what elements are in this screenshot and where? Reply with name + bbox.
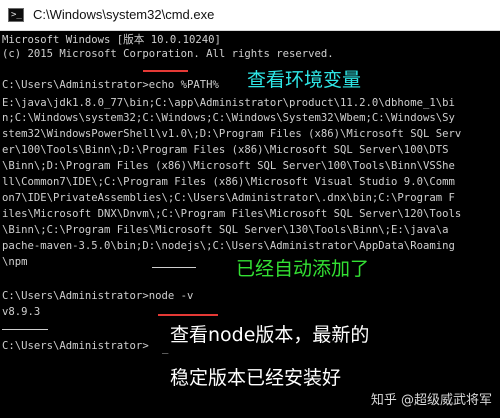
text-cursor: _ bbox=[162, 342, 169, 354]
console-line: on7\IDE\PrivateAssemblies\;C:\Users\Admi… bbox=[2, 192, 455, 204]
console-line: stem32\WindowsPowerShell\v1.0\;D:\Progra… bbox=[2, 128, 462, 140]
console-line: \npm bbox=[2, 256, 28, 268]
console-line: v8.9.3 bbox=[2, 306, 41, 318]
console-line: n;C:\Windows\system32;C:\Windows;C:\Wind… bbox=[2, 112, 455, 124]
console-line: pache-maven-3.5.0\bin;D:\nodejs\;C:\User… bbox=[2, 240, 455, 252]
version-underline bbox=[2, 329, 48, 330]
console-line: C:\Users\Administrator>echo %PATH% bbox=[2, 79, 219, 91]
window-title: C:\Windows\system32\cmd.exe bbox=[33, 7, 215, 22]
console-output[interactable]: Microsoft Windows [版本 10.0.10240] (c) 20… bbox=[0, 31, 500, 418]
note-check-node-2: 稳定版本已经安装好 bbox=[170, 367, 342, 389]
console-line: C:\Users\Administrator> bbox=[2, 340, 149, 352]
console-line: iles\Microsoft DNX\Dnvm\;C:\Program File… bbox=[2, 208, 462, 220]
note-auto-added: 已经自动添加了 bbox=[236, 258, 370, 280]
command-highlight bbox=[143, 70, 188, 72]
command-highlight bbox=[158, 314, 218, 316]
watermark: 知乎 @超级威武将军 bbox=[370, 393, 492, 408]
console-line: (c) 2015 Microsoft Corporation. All righ… bbox=[2, 48, 334, 60]
console-line: \Binn\;D:\Program Files (x86)\Microsoft … bbox=[2, 160, 455, 172]
console-line: Microsoft Windows [版本 10.0.10240] bbox=[2, 34, 221, 46]
console-line: er\100\Tools\Binn\;D:\Program Files (x86… bbox=[2, 144, 449, 156]
console-line: E:\java\jdk1.8.0_77\bin;C:\app\Administr… bbox=[2, 97, 455, 109]
console-line: \Binn\;C:\Program Files\Microsoft SQL Se… bbox=[2, 224, 449, 236]
title-bar[interactable]: >_ C:\Windows\system32\cmd.exe bbox=[0, 0, 500, 31]
note-check-env: 查看环境变量 bbox=[247, 69, 362, 91]
cmd-icon[interactable]: >_ bbox=[8, 8, 24, 22]
note-check-node-1: 查看node版本，最新的 bbox=[170, 324, 370, 346]
console-line: ll\Common7\IDE\;C:\Program Files (x86)\M… bbox=[2, 176, 455, 188]
console-line: C:\Users\Administrator>node -v bbox=[2, 290, 194, 302]
path-underline bbox=[152, 267, 196, 268]
